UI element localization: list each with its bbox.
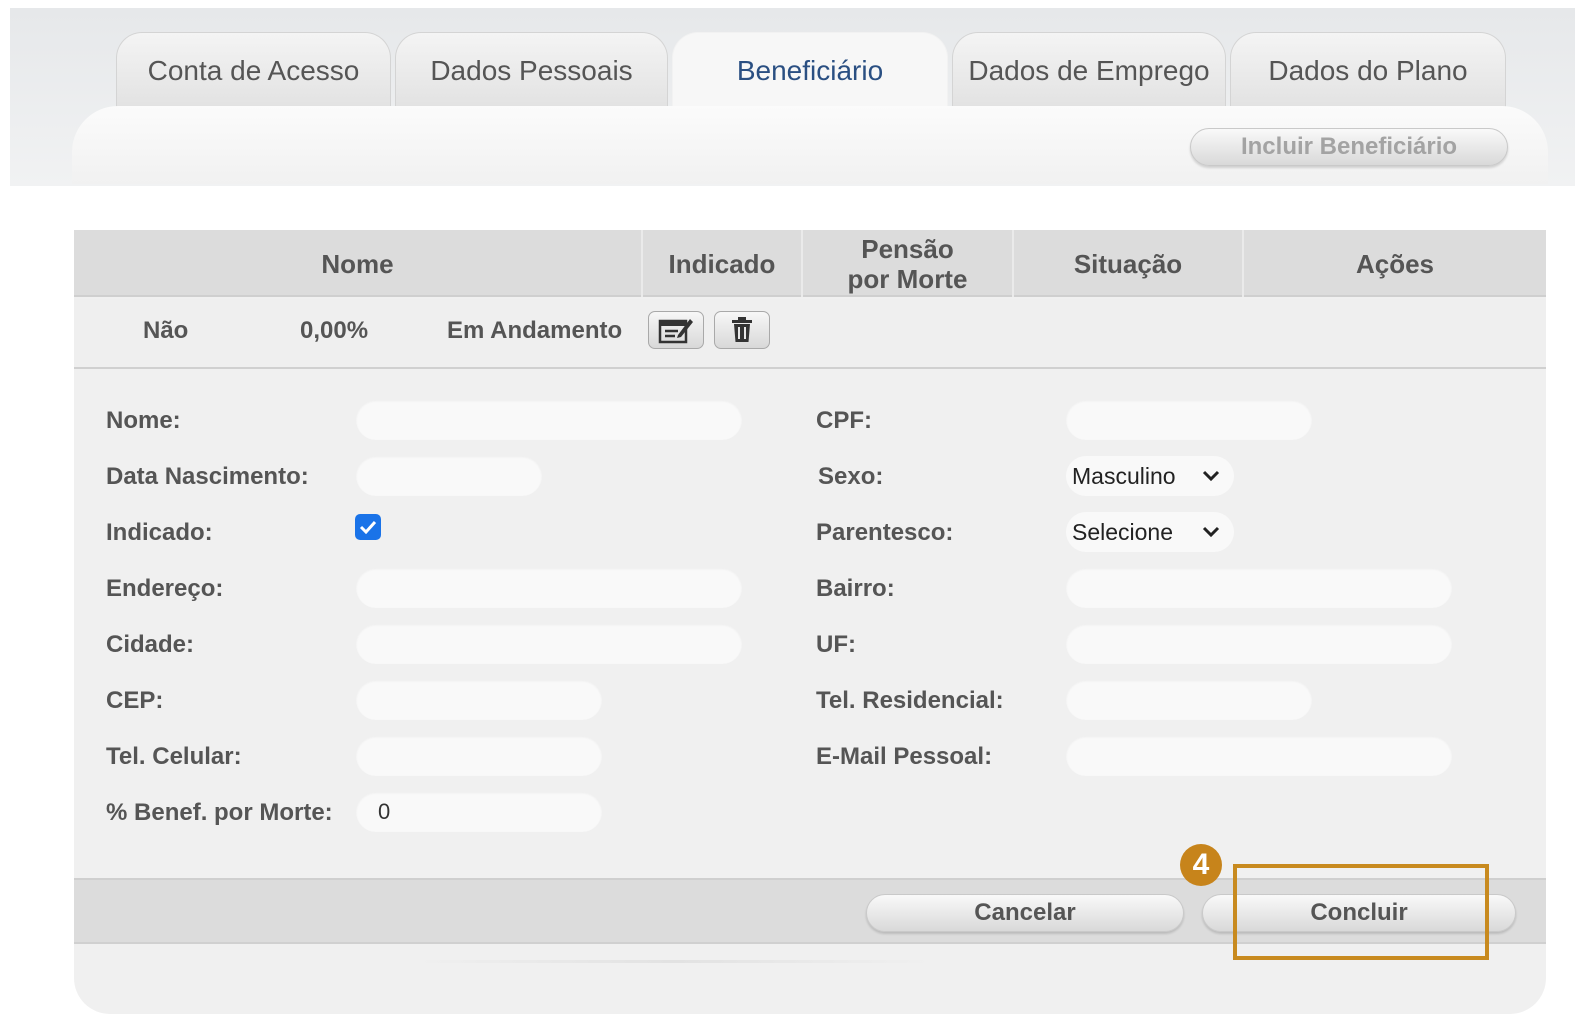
- sexo-select[interactable]: Masculino: [1066, 456, 1234, 496]
- uf-label: UF:: [816, 631, 856, 658]
- sexo-label: Sexo:: [818, 463, 884, 490]
- tab-panel-header: Incluir Beneficiário: [72, 106, 1548, 184]
- cpf-label: CPF:: [816, 407, 872, 434]
- parentesco-label: Parentesco:: [816, 519, 954, 546]
- include-beneficiary-button[interactable]: Incluir Beneficiário: [1190, 128, 1508, 166]
- cell-pensao: 0,00%: [300, 317, 369, 344]
- checkmark-icon: [359, 520, 377, 534]
- column-header-nome: Nome: [74, 230, 643, 297]
- column-header-pensao: Pensão por Morte: [803, 230, 1014, 297]
- parentesco-select[interactable]: Selecione: [1066, 512, 1234, 552]
- tab-label: Conta de Acesso: [147, 55, 360, 86]
- chevron-down-icon: [1202, 526, 1220, 538]
- edit-button[interactable]: [648, 311, 704, 349]
- divider: [414, 960, 934, 963]
- email-label: E-Mail Pessoal:: [816, 743, 993, 770]
- cep-input[interactable]: [356, 680, 602, 720]
- edit-icon: [658, 319, 693, 344]
- beneficiary-panel: Nome Indicado Pensão por Morte Situação …: [74, 230, 1546, 1014]
- tel-celular-label: Tel. Celular:: [106, 743, 242, 770]
- cancel-button[interactable]: Cancelar: [866, 894, 1184, 932]
- cell-indicado: Não: [143, 317, 189, 344]
- table-header: Nome Indicado Pensão por Morte Situação …: [74, 230, 1546, 297]
- tab-label: Dados do Plano: [1268, 55, 1468, 86]
- tab-bar: Conta de Acesso Dados Pessoais Beneficiá…: [116, 32, 1510, 108]
- table-row: Não 0,00% Em Andamento: [74, 299, 1546, 369]
- column-header-indicado: Indicado: [643, 230, 803, 297]
- tab-label: Dados de Emprego: [968, 55, 1210, 86]
- bairro-input[interactable]: [1066, 568, 1452, 608]
- trash-icon: [732, 317, 752, 342]
- uf-input[interactable]: [1066, 624, 1452, 664]
- indicado-label: Indicado:: [106, 519, 213, 546]
- data-nascimento-label: Data Nascimento:: [106, 463, 309, 490]
- sexo-value: Masculino: [1072, 462, 1176, 489]
- highlight-box: [1233, 864, 1489, 960]
- endereco-input[interactable]: [356, 568, 742, 608]
- tab-label: Beneficiário: [736, 55, 884, 86]
- tab-dados-pessoais[interactable]: Dados Pessoais: [395, 32, 668, 108]
- cidade-label: Cidade:: [106, 631, 195, 658]
- bairro-label: Bairro:: [816, 575, 895, 602]
- nome-label: Nome:: [106, 407, 181, 434]
- cell-situacao: Em Andamento: [447, 317, 623, 344]
- cpf-input[interactable]: [1066, 400, 1312, 440]
- tab-dados-do-plano[interactable]: Dados do Plano: [1230, 32, 1506, 108]
- tab-conta-de-acesso[interactable]: Conta de Acesso: [116, 32, 391, 108]
- parentesco-value: Selecione: [1072, 518, 1174, 545]
- chevron-down-icon: [1202, 470, 1220, 482]
- delete-button[interactable]: [714, 311, 770, 349]
- benef-morte-input[interactable]: [356, 792, 602, 832]
- nome-input[interactable]: [356, 400, 742, 440]
- tel-residencial-label: Tel. Residencial:: [816, 687, 1004, 714]
- benef-morte-label: % Benef. por Morte:: [106, 799, 333, 826]
- tab-label: Dados Pessoais: [430, 55, 633, 86]
- indicado-checkbox[interactable]: [355, 514, 381, 540]
- column-header-situacao: Situação: [1014, 230, 1244, 297]
- step-badge: 4: [1180, 844, 1222, 886]
- cidade-input[interactable]: [356, 624, 742, 664]
- column-header-acoes: Ações: [1355, 248, 1435, 279]
- data-nascimento-input[interactable]: [356, 456, 542, 496]
- tel-celular-input[interactable]: [356, 736, 602, 776]
- email-input[interactable]: [1066, 736, 1452, 776]
- tab-dados-de-emprego[interactable]: Dados de Emprego: [952, 32, 1226, 108]
- endereco-label: Endereço:: [106, 575, 224, 602]
- tel-residencial-input[interactable]: [1066, 680, 1312, 720]
- tab-beneficiario[interactable]: Beneficiário: [672, 32, 948, 108]
- cep-label: CEP:: [106, 687, 164, 714]
